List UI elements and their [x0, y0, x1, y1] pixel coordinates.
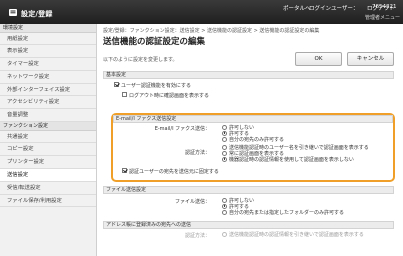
login-user-label: ログインユーザー：	[309, 6, 359, 12]
portal-link[interactable]: ポータルへ	[283, 4, 311, 12]
section-header-address-book: アドレス帳に登録済みの宛先への送信	[103, 221, 394, 229]
fixed-sender-label: 認証ユーザーの宛先を送信元に固定する	[129, 168, 219, 175]
ok-button[interactable]: OK	[295, 52, 342, 66]
sidebar-header-preferences: 環境設定	[0, 24, 96, 33]
top-bar: 設定/登録 ポータルへ ログインユーザー： 7654321 ログアウト 管理者メ…	[0, 0, 403, 24]
file-send-allow-radio[interactable]	[222, 203, 227, 209]
sidebar-item-network[interactable]: ネットワーク設定	[0, 71, 96, 84]
sidebar-item-file-storage[interactable]: ファイル保存/利用設定	[0, 195, 96, 208]
sidebar-item-volume[interactable]: 音量調整	[0, 109, 96, 123]
file-send-deny-radio[interactable]	[222, 197, 227, 203]
logout-link[interactable]: ログアウト	[367, 4, 395, 12]
email-send-deny-radio[interactable]	[222, 124, 227, 130]
sidebar-item-send[interactable]: 送信設定	[0, 168, 96, 182]
logout-confirm-checkbox[interactable]	[122, 92, 127, 97]
address-book-auth-label: 認証方法：	[184, 233, 210, 239]
auth-device-radio[interactable]	[222, 156, 227, 162]
file-send-own-folder-label: 自分の宛先または指定したフォルダーのみ許可する	[229, 210, 345, 216]
logout-confirm-label: ログアウト時に確認画面を表示する	[129, 92, 210, 99]
sidebar-item-common[interactable]: 共通設定	[0, 131, 96, 144]
main-content: 設定/登録：ファンクション設定：送信設定 > 送信機能の認証設定 > 送信機能の…	[98, 24, 403, 256]
sidebar-item-copy[interactable]: コピー設定	[0, 143, 96, 157]
auth-inherit-radio[interactable]	[222, 144, 227, 150]
cancel-button[interactable]: キャンセル	[347, 52, 394, 66]
file-send-label: ファイル送信：	[174, 199, 210, 205]
auth-always-radio[interactable]	[222, 150, 227, 156]
auth-method-label: 認証方法：	[184, 150, 210, 156]
sidebar-item-accessibility[interactable]: アクセシビリティ設定	[0, 96, 96, 110]
file-send-own-folder-radio[interactable]	[222, 209, 227, 215]
email-send-own-only-label: 自分の宛先のみ許可する	[229, 137, 285, 143]
email-send-allow-radio[interactable]	[222, 130, 227, 136]
sidebar: 環境設定 用紙設定 表示設定 タイマー設定 ネットワーク設定 外部インターフェイ…	[0, 24, 97, 256]
enable-user-auth-label: ユーザー認証機能を有効にする	[121, 82, 191, 89]
sidebar-item-receive-forward[interactable]: 受信/転送設定	[0, 182, 96, 195]
sidebar-item-display[interactable]: 表示設定	[0, 45, 96, 59]
settings-gear-icon	[9, 9, 17, 16]
admin-menu-label: 管理者メニュー	[365, 15, 401, 21]
enable-user-auth-checkbox[interactable]	[114, 82, 119, 87]
section-header-email-ifax-visible: E-mail/I ファクス送信設定	[113, 115, 393, 123]
fixed-sender-checkbox[interactable]	[122, 168, 127, 173]
instruction-text: 以下のように設定を変更します。	[103, 57, 178, 63]
sidebar-header-function-settings: ファンクション設定	[0, 122, 96, 131]
breadcrumb: 設定/登録：ファンクション設定：送信設定 > 送信機能の認証設定 > 送信機能の…	[103, 28, 320, 34]
sidebar-item-timer[interactable]: タイマー設定	[0, 58, 96, 71]
sidebar-item-printer[interactable]: プリンター設定	[0, 156, 96, 169]
auth-device-label: 機器認証時の認証情報を使用して認証画面を表示しない	[229, 157, 354, 163]
address-book-auth-inherit-label: 送信機能認証時の認証情報を引き継いで認証画面を表示する	[229, 232, 364, 238]
section-header-basic: 基本設定	[103, 71, 394, 79]
sidebar-item-paper[interactable]: 用紙設定	[0, 33, 96, 46]
section-header-file-send: ファイル送信設定	[103, 186, 394, 194]
email-send-own-only-radio[interactable]	[222, 136, 227, 142]
sidebar-item-external-interface[interactable]: 外部インターフェイス設定	[0, 84, 96, 97]
page-title: 送信機能の認証設定の編集	[103, 37, 206, 47]
email-ifax-send-label: E-mail/I ファクス送信：	[154, 126, 210, 132]
app-title: 設定/登録	[21, 9, 53, 18]
address-book-auth-inherit-radio[interactable]	[222, 231, 227, 237]
